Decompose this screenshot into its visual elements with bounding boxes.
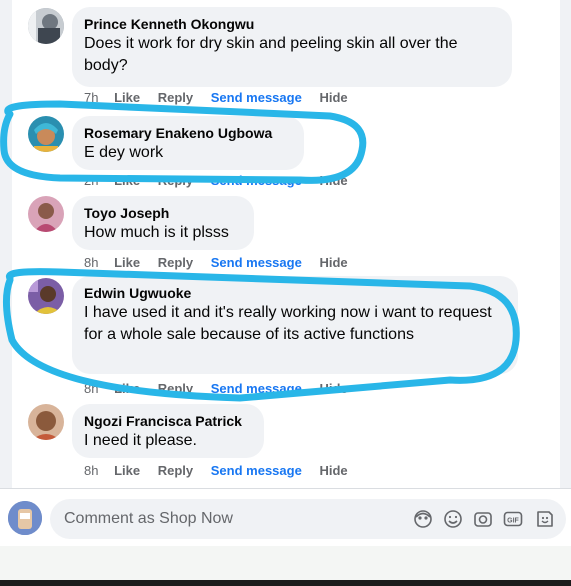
comment-author[interactable]: Edwin Ugwuoke xyxy=(84,284,506,302)
comment-bubble: Ngozi Francisca Patrick I need it please… xyxy=(72,404,264,458)
avatar[interactable] xyxy=(28,404,64,440)
comment-actions: 7h Like Reply Send message Hide xyxy=(84,90,362,105)
comment-actions: 2h Like Reply Send message Hide xyxy=(84,173,362,188)
bottom-bar xyxy=(0,546,571,586)
comment-author[interactable]: Rosemary Enakeno Ugbowa xyxy=(84,124,292,142)
comments-panel: Prince Kenneth Okongwu Does it work for … xyxy=(12,0,560,488)
comment-input-placeholder: Comment as Shop Now xyxy=(64,510,233,527)
comment-bubble: Prince Kenneth Okongwu Does it work for … xyxy=(72,7,512,87)
like-button[interactable]: Like xyxy=(114,463,140,478)
emoji-icon[interactable] xyxy=(442,508,464,530)
avatar[interactable] xyxy=(28,196,64,232)
svg-text:GIF: GIF xyxy=(507,518,519,525)
reply-button[interactable]: Reply xyxy=(158,173,193,188)
comment-text: Does it work for dry skin and peeling sk… xyxy=(84,35,458,74)
comment-composer: Comment as Shop Now GIF xyxy=(0,488,571,547)
avatar[interactable] xyxy=(28,8,64,44)
like-button[interactable]: Like xyxy=(114,381,140,396)
comment-bubble: Edwin Ugwuoke I have used it and it's re… xyxy=(72,276,518,374)
hide-button[interactable]: Hide xyxy=(319,463,347,478)
reply-button[interactable]: Reply xyxy=(158,90,193,105)
comment-time[interactable]: 2h xyxy=(84,173,98,188)
send-message-button[interactable]: Send message xyxy=(211,255,302,270)
send-message-button[interactable]: Send message xyxy=(211,173,302,188)
hide-button[interactable]: Hide xyxy=(319,381,347,396)
avatar-sticker-icon[interactable] xyxy=(412,508,434,530)
avatar[interactable] xyxy=(28,116,64,152)
comment-actions: 8h Like Reply Send message Hide xyxy=(84,463,362,478)
gif-icon[interactable]: GIF xyxy=(502,508,524,530)
comment-text: E dey work xyxy=(84,144,164,161)
send-message-button[interactable]: Send message xyxy=(211,381,302,396)
reply-button[interactable]: Reply xyxy=(158,463,193,478)
like-button[interactable]: Like xyxy=(114,255,140,270)
current-user-avatar[interactable] xyxy=(8,501,42,535)
comment-input[interactable]: Comment as Shop Now GIF xyxy=(50,499,566,539)
comment-author[interactable]: Ngozi Francisca Patrick xyxy=(84,412,252,430)
like-button[interactable]: Like xyxy=(114,90,140,105)
comment-time[interactable]: 8h xyxy=(84,463,98,478)
reply-button[interactable]: Reply xyxy=(158,381,193,396)
comment-time[interactable]: 7h xyxy=(84,90,98,105)
like-button[interactable]: Like xyxy=(114,173,140,188)
comment-actions: 8h Like Reply Send message Hide xyxy=(84,255,362,270)
sticker-icon[interactable] xyxy=(534,508,556,530)
comment-time[interactable]: 8h xyxy=(84,381,98,396)
comment-text: How much is it plsss xyxy=(84,224,229,241)
hide-button[interactable]: Hide xyxy=(319,173,347,188)
camera-icon[interactable] xyxy=(472,508,494,530)
comment-author[interactable]: Toyo Joseph xyxy=(84,204,242,222)
comment-actions: 8h Like Reply Send message Hide xyxy=(84,381,362,396)
comment-bubble: Toyo Joseph How much is it plsss xyxy=(72,196,254,250)
avatar[interactable] xyxy=(28,278,64,314)
bottom-edge xyxy=(0,580,571,586)
comment-author[interactable]: Prince Kenneth Okongwu xyxy=(84,15,500,33)
comment-time[interactable]: 8h xyxy=(84,255,98,270)
send-message-button[interactable]: Send message xyxy=(211,90,302,105)
comment-text: I have used it and it's really working n… xyxy=(84,304,492,343)
comment-text: I need it please. xyxy=(84,432,197,449)
hide-button[interactable]: Hide xyxy=(319,90,347,105)
send-message-button[interactable]: Send message xyxy=(211,463,302,478)
reply-button[interactable]: Reply xyxy=(158,255,193,270)
comment-bubble: Rosemary Enakeno Ugbowa E dey work xyxy=(72,116,304,170)
hide-button[interactable]: Hide xyxy=(319,255,347,270)
